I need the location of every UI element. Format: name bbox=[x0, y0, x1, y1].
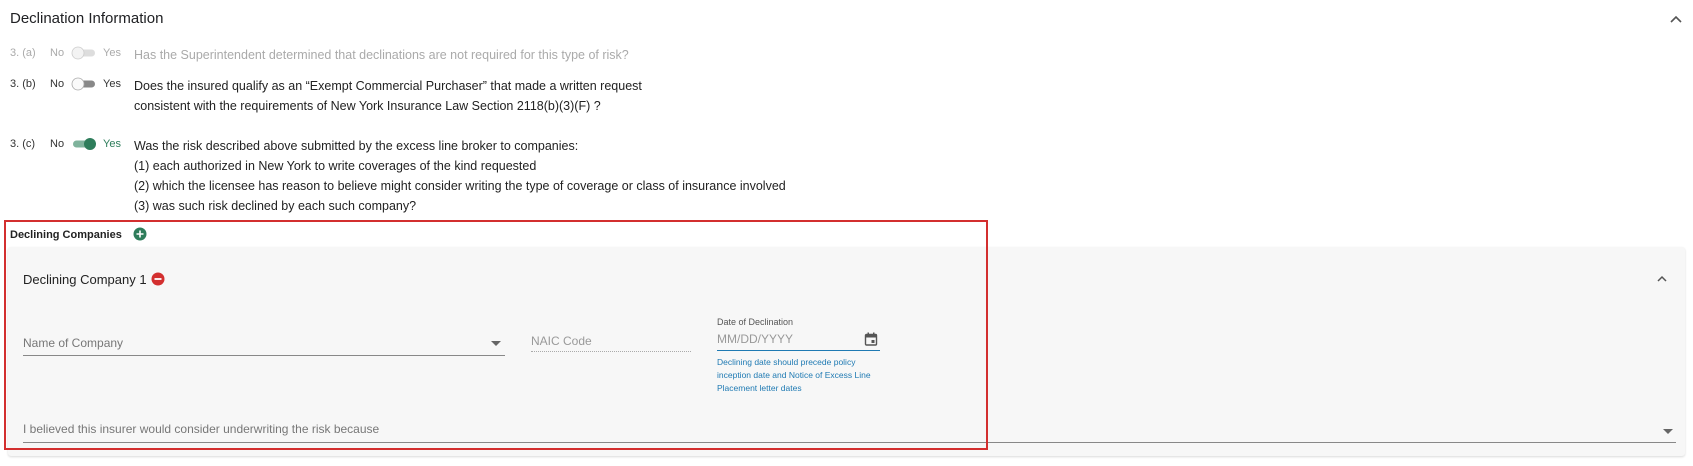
question-text: Was the risk described above submitted b… bbox=[134, 136, 786, 216]
toggle-switch[interactable] bbox=[69, 137, 99, 151]
naic-code-field[interactable]: NAIC Code bbox=[531, 331, 691, 355]
declining-companies-header: Declining Companies bbox=[10, 229, 122, 241]
chevron-up-icon[interactable] bbox=[1655, 272, 1669, 286]
toggle-yes-label: Yes bbox=[103, 138, 121, 150]
section-title: Declination Information bbox=[10, 10, 164, 27]
company-name-select[interactable]: Name of Company bbox=[23, 333, 505, 357]
question-number: 3. (b) bbox=[10, 78, 36, 90]
date-placeholder: MM/DD/YYYY bbox=[717, 332, 794, 346]
question-line: consistent with the requirements of New … bbox=[134, 99, 601, 113]
reason-select[interactable]: I believed this insurer would consider u… bbox=[23, 421, 1676, 445]
toggle-no-label: No bbox=[50, 138, 65, 150]
question-text: Does the insured qualify as an “Exempt C… bbox=[134, 76, 642, 116]
add-circle-icon[interactable] bbox=[133, 227, 147, 241]
question-number: 3. (a) bbox=[10, 47, 36, 59]
question-number: 3. (c) bbox=[10, 138, 36, 150]
question-line: Has the Superintendent determined that d… bbox=[134, 48, 629, 62]
field-underline bbox=[717, 350, 880, 351]
toggle-yes-label: Yes bbox=[103, 78, 121, 90]
toggle-switch[interactable] bbox=[69, 77, 99, 91]
toggle-switch[interactable] bbox=[69, 46, 99, 60]
calendar-icon[interactable] bbox=[864, 332, 878, 346]
naic-code-placeholder: NAIC Code bbox=[531, 334, 592, 348]
company-title: Declining Company 1 bbox=[23, 272, 147, 287]
question-line: Does the insured qualify as an “Exempt C… bbox=[134, 79, 642, 93]
field-underline bbox=[531, 351, 691, 352]
dropdown-arrow-icon bbox=[1663, 429, 1673, 434]
date-label: Date of Declination bbox=[717, 317, 794, 327]
question-line: (1) each authorized in New York to write… bbox=[134, 159, 537, 173]
question-line: Was the risk described above submitted b… bbox=[134, 139, 579, 153]
toggle-no-label: No bbox=[50, 78, 65, 90]
date-helper-text: Declining date should precede policy inc… bbox=[717, 356, 887, 395]
chevron-up-icon[interactable] bbox=[1668, 12, 1684, 28]
date-of-declination-field[interactable]: Date of Declination MM/DD/YYYY bbox=[717, 317, 880, 351]
helper-line: Placement letter dates bbox=[717, 383, 802, 393]
helper-line: inception date and Notice of Excess Line bbox=[717, 370, 871, 380]
company-name-placeholder: Name of Company bbox=[23, 336, 124, 350]
toggle-no-label: No bbox=[50, 47, 65, 59]
toggle-yes-label: Yes bbox=[103, 47, 121, 59]
remove-circle-icon[interactable] bbox=[151, 272, 165, 286]
question-line: (3) was such risk declined by each such … bbox=[134, 199, 417, 213]
dropdown-arrow-icon bbox=[491, 341, 501, 346]
field-underline bbox=[23, 355, 505, 356]
question-line: (2) which the licensee has reason to bel… bbox=[134, 179, 786, 193]
field-underline bbox=[23, 442, 1676, 443]
question-text: Has the Superintendent determined that d… bbox=[134, 45, 629, 65]
helper-line: Declining date should precede policy bbox=[717, 357, 856, 367]
reason-placeholder: I believed this insurer would consider u… bbox=[23, 422, 380, 436]
